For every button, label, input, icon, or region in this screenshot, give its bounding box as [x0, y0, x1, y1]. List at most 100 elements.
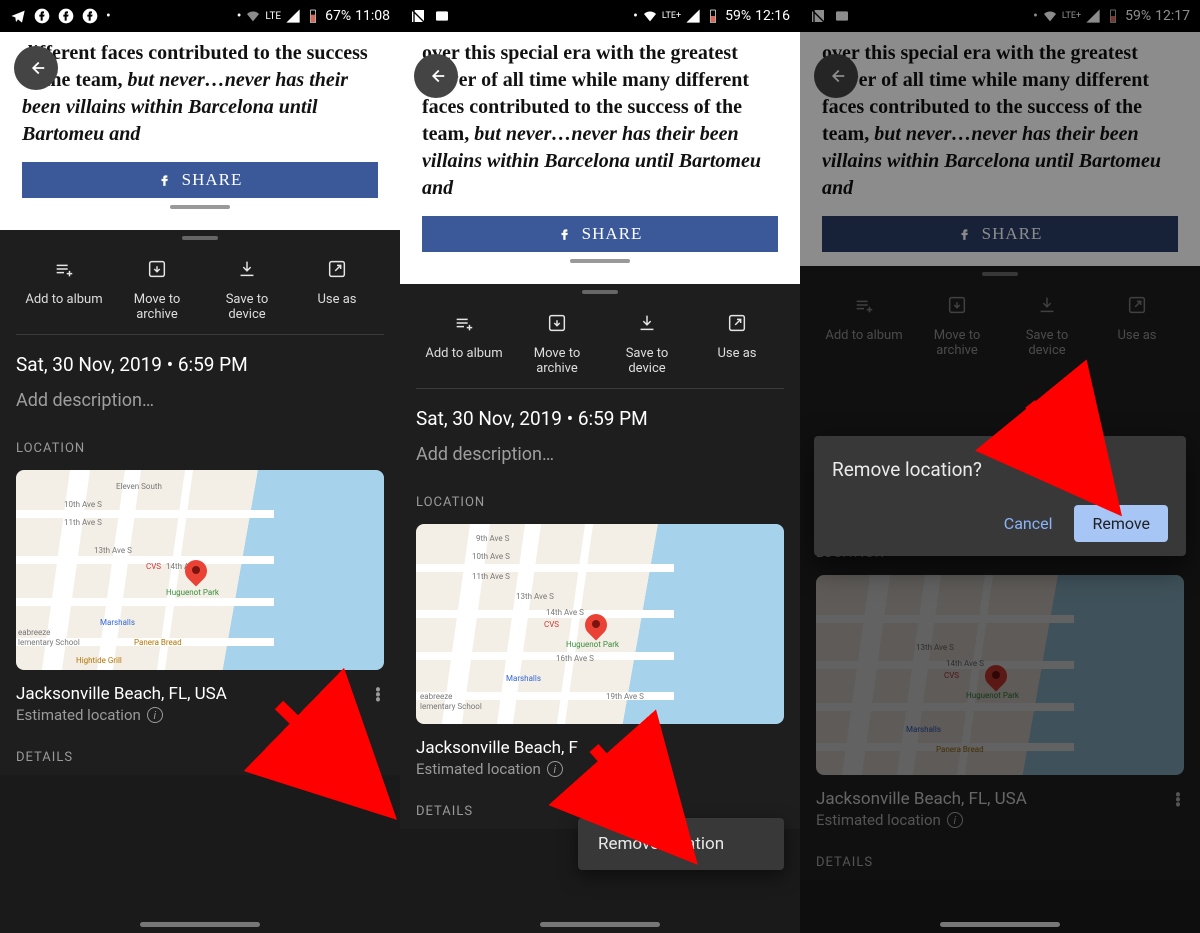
more-dot-icon: •	[106, 8, 111, 24]
three-phone-row: • • LTE 67% 11:08 different faces contri…	[0, 0, 1200, 933]
map-poi: Marshalls	[506, 674, 541, 683]
map-pin-icon	[185, 560, 207, 582]
save-to-device-button[interactable]: Save todevice	[202, 250, 292, 328]
action-label: Move to	[134, 292, 181, 307]
battery-icon	[305, 8, 321, 24]
back-button[interactable]	[414, 54, 458, 98]
network-type: LTE+	[662, 11, 681, 21]
map-poi: lementary School	[18, 638, 80, 647]
battery-text: 59%	[725, 8, 751, 24]
action-row[interactable]: Add to album Move toarchive Save todevic…	[16, 246, 384, 335]
info-icon[interactable]: i	[547, 761, 563, 777]
location-name: Jacksonville Beach, FL, USA	[16, 684, 364, 704]
action-row[interactable]: Add to album Move toarchive Save todevic…	[416, 300, 784, 389]
use-as-button[interactable]: Use as	[692, 304, 782, 382]
move-to-archive-button[interactable]: Move toarchive	[112, 250, 202, 328]
save-to-device-button[interactable]: Save todevice	[602, 304, 692, 382]
add-to-album-icon	[16, 256, 112, 282]
map-poi: CVS	[544, 620, 559, 629]
action-label: Use as	[717, 346, 756, 361]
more-dot-icon: •	[237, 8, 242, 24]
add-description-field[interactable]: Add description…	[400, 434, 800, 469]
status-bar: • LTE+ 59% 12:16	[400, 0, 800, 32]
details-section-label: DETAILS	[0, 724, 400, 775]
sheet-handle[interactable]	[400, 284, 800, 300]
sheet-grab-upper[interactable]	[22, 198, 378, 216]
clock-text: 11:08	[355, 8, 390, 24]
app-icon	[410, 8, 426, 24]
battery-text: 67%	[325, 8, 351, 24]
facebook-icon	[34, 8, 50, 24]
action-label: Save to	[626, 346, 669, 361]
action-label: Use as	[317, 292, 356, 307]
network-type: LTE	[265, 11, 281, 22]
map-street: 13th Ave S	[94, 546, 132, 555]
cancel-button[interactable]: Cancel	[990, 505, 1067, 542]
move-to-archive-button[interactable]: Move toarchive	[512, 304, 602, 382]
photo-datetime: Sat, 30 Nov, 2019 • 6:59 PM	[400, 389, 800, 434]
location-overflow-button[interactable]: •••	[364, 684, 392, 703]
map-street: 14th Ave S	[546, 608, 584, 617]
action-label: Add to album	[25, 292, 102, 307]
signal-icon	[285, 8, 301, 24]
map-street: 10th Ave S	[64, 500, 102, 509]
download-icon	[602, 310, 692, 336]
location-section-label: LOCATION	[0, 415, 400, 466]
back-button[interactable]	[14, 46, 58, 90]
info-icon[interactable]: i	[147, 707, 163, 723]
status-bar: • • LTE 67% 11:08	[0, 0, 400, 32]
map-poi: Marshalls	[100, 618, 135, 627]
location-name: Jacksonville Beach, F	[416, 738, 792, 758]
location-section-label: LOCATION	[400, 469, 800, 520]
map-poi: Panera Bread	[134, 638, 182, 647]
remove-location-popup[interactable]: Remove location	[578, 818, 784, 870]
archive-icon	[512, 310, 602, 336]
map-street: 19th Ave S	[606, 692, 644, 701]
slideshow-button[interactable]: Slide	[382, 250, 384, 328]
map-street: 10th Ave S	[472, 552, 510, 561]
photo-info-sheet: Add to album Move toarchive Save todevic…	[0, 230, 400, 775]
open-external-icon	[692, 310, 782, 336]
action-label: device	[228, 307, 265, 322]
location-map[interactable]: 9th Ave S 10th Ave S 11th Ave S 13th Ave…	[416, 524, 784, 724]
add-to-album-button[interactable]: Add to album	[416, 304, 512, 382]
action-label: Save to	[226, 292, 269, 307]
clock-text: 12:16	[755, 8, 790, 24]
add-description-field[interactable]: Add description…	[0, 380, 400, 415]
add-to-album-button[interactable]: Add to album	[16, 250, 112, 328]
map-poi: Eleven South	[116, 482, 162, 491]
slideshow-button[interactable]: Slid	[782, 304, 784, 382]
slideshow-icon	[382, 256, 384, 282]
map-poi: Huguenot Park	[166, 588, 219, 597]
telegram-icon	[10, 8, 26, 24]
remove-location-label: Remove location	[598, 834, 724, 854]
photo-datetime: Sat, 30 Nov, 2019 • 6:59 PM	[0, 335, 400, 380]
location-row: Jacksonville Beach, FL, USA Estimated lo…	[0, 670, 400, 724]
map-poi: eabreeze	[420, 692, 452, 701]
news-icon	[434, 8, 450, 24]
share-button[interactable]: SHARE	[422, 216, 778, 252]
home-indicator[interactable]	[540, 922, 660, 927]
archive-icon	[112, 256, 202, 282]
slideshow-icon	[782, 310, 784, 336]
map-street: 11th Ave S	[64, 518, 102, 527]
share-label: SHARE	[182, 169, 243, 192]
use-as-button[interactable]: Use as	[292, 250, 382, 328]
home-indicator[interactable]	[940, 922, 1060, 927]
action-label: archive	[536, 361, 578, 376]
location-row: Jacksonville Beach, F Estimated location…	[400, 724, 800, 778]
home-indicator[interactable]	[140, 922, 260, 927]
remove-button[interactable]: Remove	[1074, 505, 1168, 542]
wifi-icon	[642, 8, 658, 24]
phone-2: • LTE+ 59% 12:16 over this special era w…	[400, 0, 800, 933]
open-external-icon	[292, 256, 382, 282]
map-street: 13th Ave S	[516, 592, 554, 601]
map-street: 16th Ave S	[556, 654, 594, 663]
action-label: archive	[136, 307, 178, 322]
sheet-grab-upper[interactable]	[422, 252, 778, 270]
phone-3: • LTE+ 59% 12:17 over this special era w…	[800, 0, 1200, 933]
action-label: device	[628, 361, 665, 376]
location-map[interactable]: Eleven South 10th Ave S 11th Ave S 13th …	[16, 470, 384, 670]
share-button[interactable]: SHARE	[22, 162, 378, 198]
sheet-handle[interactable]	[0, 230, 400, 246]
